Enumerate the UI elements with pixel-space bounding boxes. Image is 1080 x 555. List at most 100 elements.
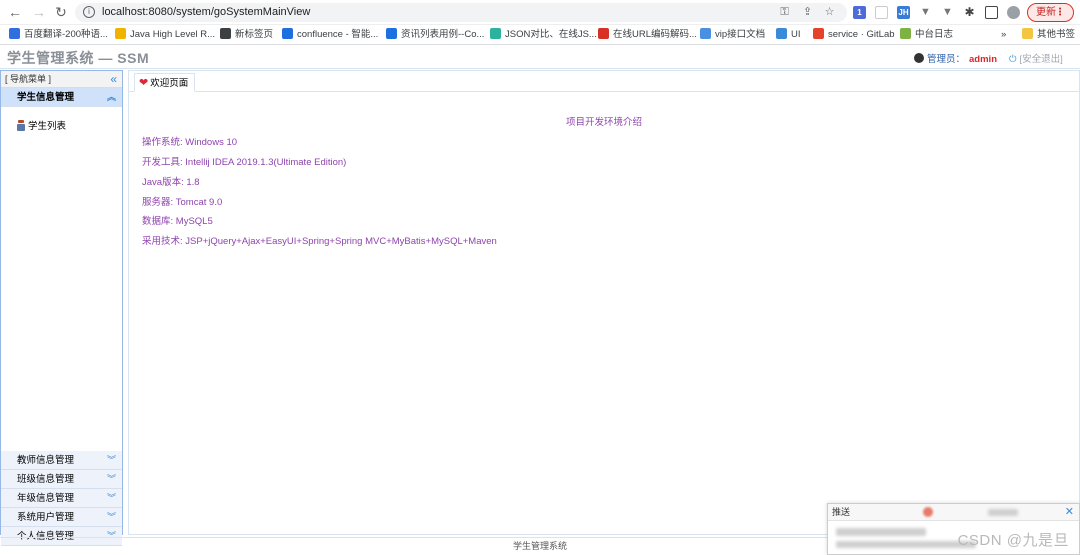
main-panel: ❤ 欢迎页面 项目开发环境介绍 操作系统: Windows 10 开发工具: In… [128, 70, 1080, 535]
sidebar-section-label: 年级信息管理 [17, 493, 75, 504]
expand-section-icon[interactable]: ︾ [107, 489, 116, 508]
bookmark-item[interactable]: Java High Level R... [115, 28, 215, 42]
power-icon: ⏻ [1009, 54, 1017, 65]
logout-label: [安全退出] [1019, 54, 1063, 65]
update-button[interactable]: 更新 ⋮ [1027, 3, 1074, 22]
popup-header: 推送 ✕ [828, 504, 1079, 521]
student-icon [17, 120, 26, 131]
extension-icon[interactable]: 1 [853, 6, 866, 19]
bookmark-item[interactable]: 新标签页 [220, 28, 273, 42]
star-icon[interactable]: ☆ [823, 6, 836, 19]
bookmark-icon [220, 28, 231, 39]
sidebar-section-3[interactable]: 系统用户管理 ︾ [1, 508, 122, 527]
env-line-server: 服务器: Tomcat 9.0 [142, 197, 223, 208]
bookmarks-bar: 百度翻译-200种语... Java High Level R... 新标签页 con… [0, 25, 1080, 45]
sidebar-title: [ 导航菜单 ] [5, 74, 52, 84]
expand-section-icon[interactable]: ︾ [107, 470, 116, 489]
bookmark-item[interactable]: service · GitLab [813, 28, 895, 42]
browser-toolbar: ← → ↻ i localhost:8080/system/goSystemMa… [0, 0, 1080, 25]
tab-label: 欢迎页面 [150, 78, 189, 89]
env-line-os: 操作系统: Windows 10 [142, 137, 238, 148]
back-icon[interactable]: ← [7, 4, 23, 20]
bookmark-label: vip接口文档 [715, 29, 766, 40]
sidebar-section-student[interactable]: 学生信息管理 ︽ [1, 88, 122, 107]
expand-section-icon[interactable]: ︾ [107, 451, 116, 470]
sidebar: [ 导航菜单 ] « 学生信息管理 ︽ 学生列表 教师信息管理 ︾ 班级信息管理 ︾ 年… [0, 70, 123, 546]
bookmark-item[interactable]: 资讯列表用例--Co... [386, 28, 484, 42]
bookmark-item[interactable]: 百度翻译-200种语... [9, 28, 108, 42]
page-title: 学生管理系统 — SSM [7, 50, 150, 66]
sidebar-section-2[interactable]: 年级信息管理 ︾ [1, 489, 122, 508]
tabs-bar: ❤ 欢迎页面 [129, 71, 1079, 92]
forward-icon[interactable]: → [31, 4, 47, 20]
blurred-text [836, 528, 926, 536]
collapse-sidebar-icon[interactable]: « [110, 71, 117, 88]
logout-button[interactable]: ⏻ [安全退出] [1009, 51, 1063, 65]
bookmark-icon [282, 28, 293, 39]
sidebar-section-label: 班级信息管理 [17, 474, 75, 485]
sidebar-section-1[interactable]: 班级信息管理 ︾ [1, 470, 122, 489]
bookmark-item[interactable]: vip接口文档 [700, 28, 765, 42]
user-icon [914, 53, 924, 63]
sidebar-section-label: 学生信息管理 [17, 92, 75, 103]
extension-icon[interactable]: ▼ [941, 6, 954, 19]
sidebar-section-0[interactable]: 教师信息管理 ︾ [1, 451, 122, 470]
address-bar[interactable]: i localhost:8080/system/goSystemMainView… [75, 3, 847, 22]
extension-icon[interactable]: JH [897, 6, 910, 19]
tab-welcome[interactable]: ❤ 欢迎页面 [134, 73, 196, 92]
bookmark-icon [700, 28, 711, 39]
collapse-section-icon[interactable]: ︽ [107, 88, 116, 107]
bookmark-icon [490, 28, 501, 39]
bookmark-label: UI [791, 29, 801, 40]
bookmark-item[interactable]: 中台日志 [900, 28, 953, 42]
bookmark-label: Java High Level R... [130, 29, 216, 40]
env-title: 项目开发环境介绍 [565, 117, 642, 128]
folder-icon [1022, 28, 1033, 39]
user-info: 管理员： admin [914, 51, 997, 65]
key-icon[interactable]: ⚿ [778, 6, 791, 19]
bookmarks-overflow-button[interactable]: » [1001, 28, 1006, 42]
menu-icon: ⋮ [1055, 7, 1065, 18]
env-line-ide: 开发工具: Intellij IDEA 2019.1.3(Ultimate Ed… [142, 157, 347, 168]
sidebar-item-label: 学生列表 [28, 121, 67, 132]
env-line-db: 数据库: MySQL5 [142, 216, 213, 227]
bookmark-icon [598, 28, 609, 39]
bookmark-label: 中台日志 [915, 29, 954, 40]
sidepanel-icon[interactable] [985, 6, 998, 19]
bookmark-label: 在线URL编码解码... [613, 29, 697, 40]
popup-title: 推送 [832, 507, 851, 517]
extension-icon[interactable] [875, 6, 888, 19]
bookmark-icon [386, 28, 397, 39]
blurred-text [988, 509, 1018, 516]
extension-icon[interactable]: ▼ [919, 6, 932, 19]
share-icon[interactable]: ⇪ [801, 6, 814, 19]
close-icon[interactable]: ✕ [1065, 504, 1074, 521]
other-bookmarks-label: 其他书签 [1037, 29, 1076, 40]
bookmark-item[interactable]: confluence - 智能... [282, 28, 378, 42]
bookmark-label: 资讯列表用例--Co... [401, 29, 485, 40]
app-header: 学生管理系统 — SSM 管理员： admin ⏻ [安全退出] [0, 46, 1080, 69]
expand-section-icon[interactable]: ︾ [107, 508, 116, 527]
update-label: 更新 [1036, 7, 1056, 18]
bookmark-icon [115, 28, 126, 39]
watermark: CSDN @九是旦 [957, 532, 1069, 549]
sidebar-item-student-list[interactable]: 学生列表 [1, 120, 122, 134]
popup-avatar [923, 507, 933, 517]
notification-popup: 推送 ✕ CSDN @九是旦 [827, 503, 1080, 555]
bookmark-icon [9, 28, 20, 39]
bookmark-item[interactable]: JSON对比、在线JS... [490, 28, 597, 42]
bookmark-item[interactable]: 在线URL编码解码... [598, 28, 697, 42]
site-info-icon[interactable]: i [83, 6, 95, 18]
url-text[interactable]: localhost:8080/system/goSystemMainView [102, 6, 310, 18]
puzzle-icon[interactable]: ✱ [963, 6, 976, 19]
blurred-text [836, 541, 976, 548]
reload-icon[interactable]: ↻ [53, 4, 69, 20]
bookmark-label: service · GitLab [828, 29, 895, 40]
bookmark-item[interactable]: UI [776, 28, 801, 42]
heart-icon: ❤ [139, 77, 149, 89]
bookmark-label: 新标签页 [235, 29, 274, 40]
other-bookmarks-folder[interactable]: 其他书签 [1022, 28, 1075, 42]
bookmark-label: 百度翻译-200种语... [24, 29, 108, 40]
profile-icon[interactable] [1007, 6, 1020, 19]
sidebar-header: [ 导航菜单 ] « [1, 71, 122, 88]
